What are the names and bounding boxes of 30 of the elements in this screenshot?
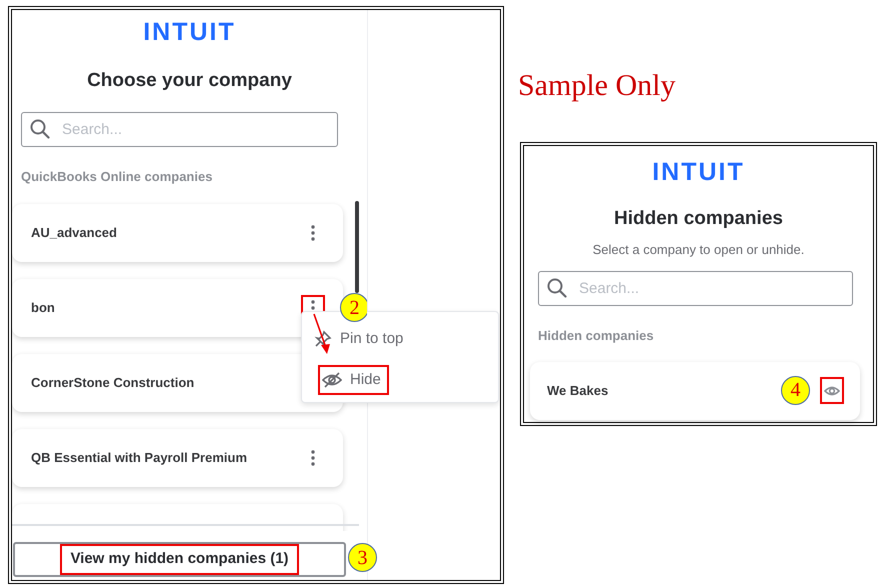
search-icon [547, 278, 567, 298]
annotation-text: Sample Only [518, 68, 676, 104]
kebab-icon [311, 450, 315, 466]
unhide-eye-button[interactable] [820, 377, 844, 404]
company-name: We Bakes [547, 382, 608, 400]
menu-item[interactable]: Hide [318, 364, 389, 395]
scrollbar[interactable] [355, 201, 359, 293]
subtitle: Select a company to open or unhide. [592, 240, 806, 259]
intuit-logo: INTUIT [651, 160, 746, 185]
step-number-badge: 3 [348, 543, 377, 572]
company-name: bon [31, 299, 55, 318]
kebab-icon [311, 225, 315, 241]
intuit-logo: INTUIT [142, 20, 237, 45]
pin-icon [314, 330, 332, 348]
company-name: QB Essential with Payroll Premium [31, 449, 248, 468]
view-hidden-companies-button[interactable]: View my hidden companies (1) [13, 542, 346, 577]
search-field[interactable]: Search... [21, 112, 338, 146]
search-field[interactable]: Search... [538, 271, 853, 306]
hidden-eye-icon [322, 372, 342, 388]
company-card[interactable]: QB Essential with Payroll Premium [12, 429, 343, 487]
section-label: QuickBooks Online companies [21, 168, 214, 186]
annotation-arrow [313, 314, 330, 354]
company-name: AU_advanced [31, 224, 117, 242]
search-icon [30, 118, 50, 138]
company-name: CornerStone Construction [31, 374, 194, 392]
section-label: Hidden companies [538, 327, 655, 345]
company-card[interactable]: AU_advanced [12, 204, 343, 262]
page-title: Hidden companies [613, 207, 784, 231]
page-title: Choose your company [86, 69, 293, 93]
eye-icon [824, 384, 840, 396]
